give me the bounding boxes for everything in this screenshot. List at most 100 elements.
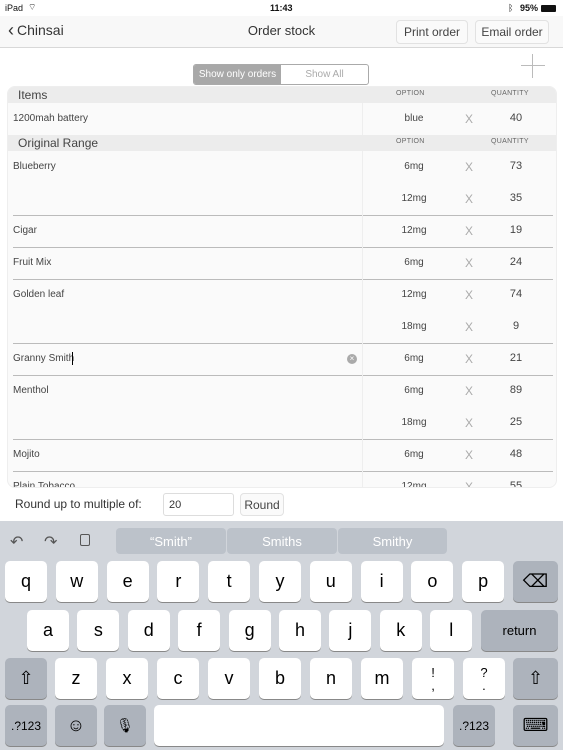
quantity-value[interactable]: 25 [498,416,534,428]
option-value[interactable]: 6mg [388,161,440,172]
suggestion-3[interactable]: Smithy [338,528,447,554]
quantity-value[interactable]: 40 [498,112,534,124]
clear-text-icon[interactable]: × [347,354,357,364]
key-j[interactable]: j [329,610,372,651]
key-r[interactable]: r [157,561,200,602]
table-row[interactable]: Cigar 12mg X 19 [8,215,556,247]
option-value[interactable]: 18mg [388,321,440,332]
quantity-value[interactable]: 19 [498,224,534,236]
key-b[interactable]: b [259,658,301,699]
key-d[interactable]: d [127,610,170,651]
table-row[interactable]: 1200mah battery blue X 40 [8,103,556,135]
emoji-icon[interactable]: ☺ [55,705,97,746]
key-x[interactable]: x [106,658,148,699]
key-y[interactable]: y [259,561,301,602]
option-value[interactable]: 12mg [388,289,440,300]
product-name[interactable]: Granny Smith [13,353,74,364]
quantity-value[interactable]: 35 [498,192,534,204]
key-n[interactable]: n [310,658,352,699]
back-button[interactable]: ‹ Chinsai [8,21,64,39]
key-e[interactable]: e [106,561,149,602]
space-bar[interactable] [154,705,444,746]
table-row[interactable]: Mojito 6mg X 48 [8,439,556,471]
email-order-button[interactable]: Email order [475,20,549,44]
product-name: 1200mah battery [13,113,89,124]
key-g[interactable]: g [228,610,271,651]
key-o[interactable]: o [411,561,454,602]
round-button[interactable]: Round [240,493,284,516]
suggestion-1[interactable]: “Smith” [116,528,226,554]
numbers-key[interactable]: .?123 [453,705,495,746]
table-row[interactable]: Golden leaf 12mg X 74 [8,279,556,311]
key-c[interactable]: c [157,658,199,699]
battery-icon [541,5,556,12]
table-row[interactable]: Granny Smith × 6mg X 21 [8,343,556,375]
quantity-value[interactable]: 48 [498,448,534,460]
quantity-value[interactable]: 89 [498,384,534,396]
add-icon[interactable] [521,54,545,78]
quantity-value[interactable]: 24 [498,256,534,268]
shift-icon[interactable]: ⇧ [513,658,558,699]
backspace-icon[interactable]: ⌫ [513,561,558,602]
shift-icon[interactable]: ⇧ [5,658,47,699]
key-k[interactable]: k [379,610,422,651]
option-value[interactable]: 6mg [388,257,440,268]
quantity-value[interactable]: 9 [498,320,534,332]
key-u[interactable]: u [309,561,352,602]
numbers-key[interactable]: .?123 [5,705,47,746]
table-row[interactable]: 18mg X 9 [8,311,556,343]
section-title: Original Range [18,136,99,150]
hide-keyboard-icon[interactable]: ⌨ [513,705,558,746]
key-p[interactable]: p [462,561,505,602]
key-q[interactable]: q [5,561,47,602]
key-punct[interactable]: ? . [463,658,505,699]
column-divider [362,103,363,135]
order-table: Items OPTION QUANTITY 1200mah battery blue X 4… [7,86,557,488]
table-row[interactable]: Fruit Mix 6mg X 24 [8,247,556,279]
option-value[interactable]: 6mg [388,353,440,364]
option-value[interactable]: 6mg [388,449,440,460]
key-l[interactable]: l [430,610,473,651]
key-s[interactable]: s [77,610,120,651]
table-row[interactable]: 12mg X 35 [8,183,556,215]
times-symbol: X [465,352,474,366]
filter-show-all[interactable]: Show All [281,65,368,84]
quantity-value[interactable]: 21 [498,352,534,364]
key-w[interactable]: w [55,561,98,602]
option-value[interactable]: 12mg [388,481,440,487]
table-row[interactable]: Plain Tobacco 12mg X 55 [8,471,556,487]
paste-icon[interactable] [80,534,90,546]
key-z[interactable]: z [55,658,97,699]
table-row[interactable]: Menthol 6mg X 89 [8,375,556,407]
key-v[interactable]: v [208,658,250,699]
key-f[interactable]: f [178,610,221,651]
key-i[interactable]: i [360,561,403,602]
column-divider [362,247,363,279]
quantity-value[interactable]: 73 [498,160,534,172]
option-value[interactable]: 12mg [388,193,440,204]
table-row[interactable]: 18mg X 25 [8,407,556,439]
filter-show-only-orders[interactable]: Show only orders [194,65,281,84]
microphone-icon[interactable]: 🎙 [104,705,146,746]
quantity-value[interactable]: 55 [498,480,534,487]
product-name: Golden leaf [13,289,65,300]
suggestion-2[interactable]: Smiths [227,528,337,554]
key-punct[interactable]: ! , [412,658,454,699]
option-value[interactable]: 18mg [388,417,440,428]
print-order-button[interactable]: Print order [396,20,468,44]
option-value[interactable]: 6mg [388,385,440,396]
key-h[interactable]: h [279,610,321,651]
table-row[interactable]: Blueberry 6mg X 73 [8,151,556,183]
key-m[interactable]: m [361,658,403,699]
return-key[interactable]: return [481,610,558,651]
undo-icon[interactable]: ↶ [10,532,23,552]
column-divider [362,375,363,407]
option-value[interactable]: blue [388,113,440,124]
redo-icon[interactable]: ↷ [44,532,57,552]
key-t[interactable]: t [208,561,251,602]
nav-bar: ‹ Chinsai Order stock Print order Email … [0,16,563,48]
option-value[interactable]: 12mg [388,225,440,236]
quantity-value[interactable]: 74 [498,288,534,300]
round-multiple-input[interactable]: 20 [163,493,234,516]
key-a[interactable]: a [27,610,69,651]
